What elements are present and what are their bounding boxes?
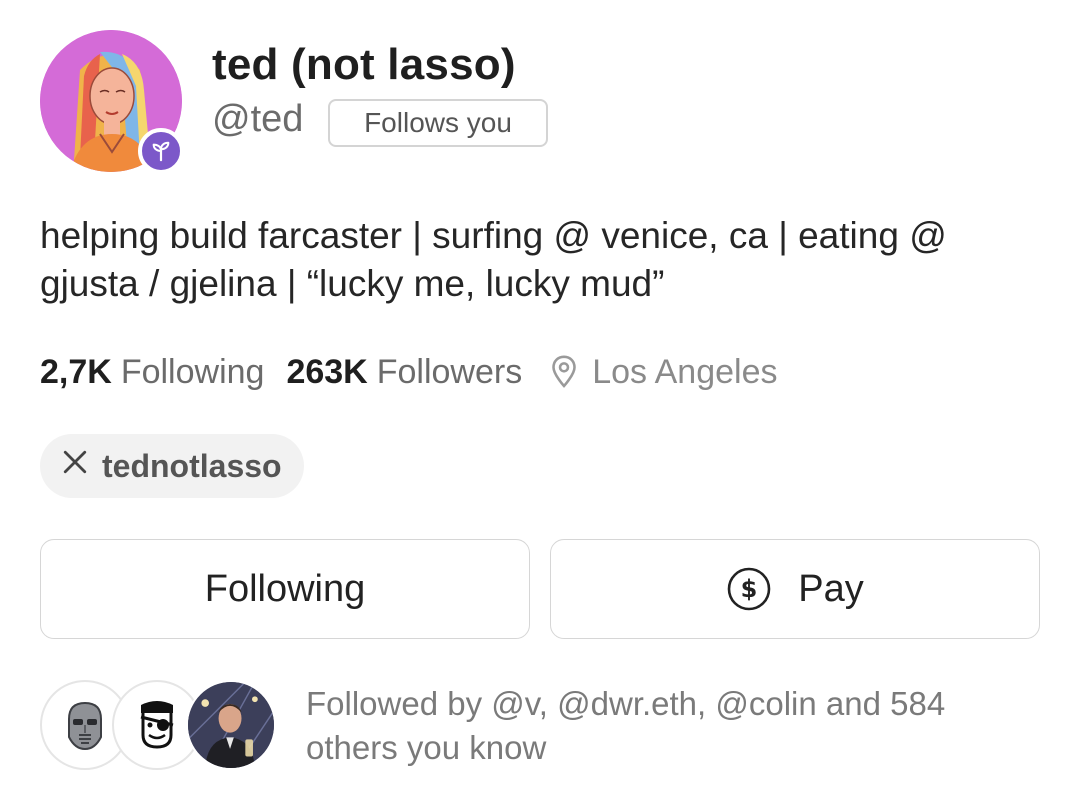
username-handle: @ted: [212, 98, 304, 140]
map-pin-icon: [550, 354, 578, 390]
following-stat[interactable]: 2,7K Following: [40, 353, 264, 392]
display-name: ted (not lasso): [212, 40, 516, 89]
following-count: 2,7K: [40, 352, 112, 391]
x-username: tednotlasso: [102, 447, 282, 484]
mutual-followers-text[interactable]: Followed by @v, @dwr.eth, @colin and 584…: [306, 682, 1026, 770]
profile-avatar[interactable]: [40, 30, 184, 174]
x-logo-icon: [62, 449, 88, 483]
followers-stat[interactable]: 263K Followers: [286, 353, 522, 392]
location-text: Los Angeles: [592, 352, 778, 391]
following-label: Following: [120, 352, 265, 391]
following-button-label: Following: [204, 567, 366, 610]
mutual-followers-avatars[interactable]: [40, 680, 280, 770]
person-photo-avatar-icon: [186, 680, 276, 770]
following-button[interactable]: Following: [40, 539, 530, 639]
follows-you-badge: Follows you: [328, 99, 548, 147]
pay-button-label: Pay: [798, 567, 864, 610]
followers-label: Followers: [376, 352, 523, 391]
pay-button[interactable]: $ Pay: [550, 539, 1040, 639]
svg-text:$: $: [741, 575, 758, 603]
sprout-icon: [138, 128, 184, 174]
followers-count: 263K: [286, 352, 368, 391]
dollar-circle-icon: $: [726, 566, 772, 612]
profile-stats: 2,7K Following 263K Followers Los Angeles: [40, 348, 777, 396]
profile-bio: helping build farcaster | surfing @ veni…: [40, 215, 947, 304]
x-account-link[interactable]: tednotlasso: [40, 434, 304, 498]
